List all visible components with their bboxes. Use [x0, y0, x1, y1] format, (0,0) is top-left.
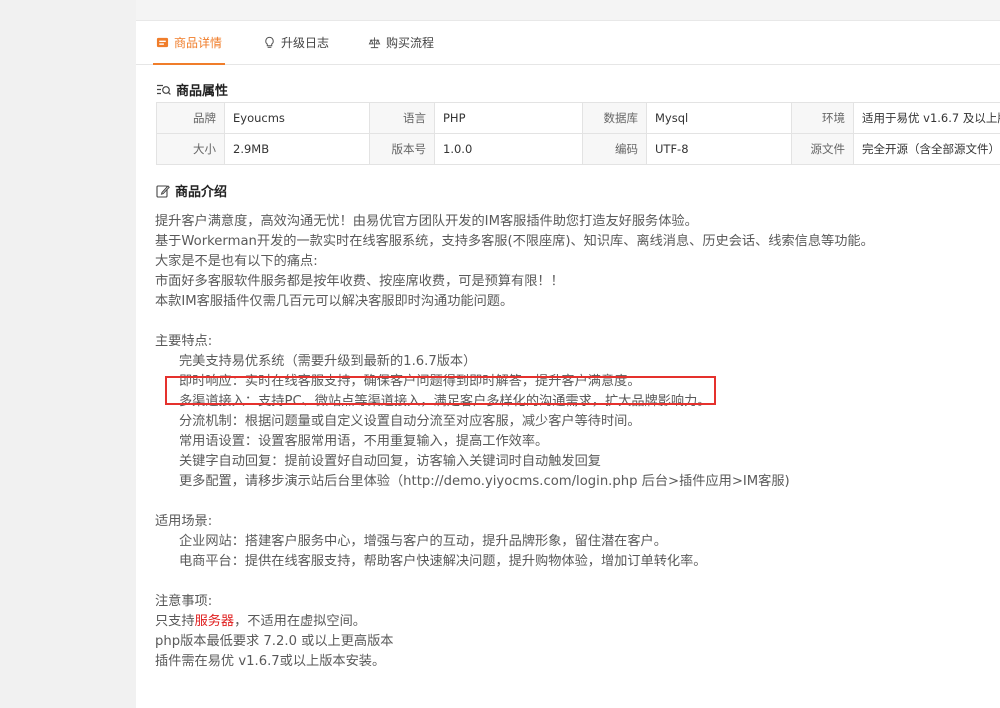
attr-value: 2.9MB [224, 133, 370, 165]
server-warning-text: 服务器 [194, 614, 235, 629]
feature-item: 常用语设置：设置客服常用语，不用重复输入，提高工作效率。 [179, 434, 549, 449]
highlight-annotation-box [165, 376, 716, 405]
attr-value: PHP [434, 102, 583, 134]
scene-item: 电商平台：提供在线客服支持，帮助客户快速解决问题，提升购物体验，增加订单转化率。 [179, 554, 707, 569]
intro-paragraph: 基于Workerman开发的一款实时在线客服系统，支持多客服(不限座席)、知识库… [155, 234, 874, 249]
feature-item: 分流机制：根据问题量或自定义设置自动分流至对应客服，减少客户等待时间。 [179, 414, 641, 429]
intro-paragraph: 提升客户满意度，高效沟通无忧！由易优官方团队开发的IM客服插件助您打造友好服务体… [155, 214, 698, 229]
tab-label: 商品详情 [174, 36, 223, 50]
tab-purchase-flow[interactable]: 购买流程 [368, 22, 434, 64]
table-row: 品牌 Eyoucms 语言 PHP 数据库 Mysql 环境 适用于易优 v1.… [156, 102, 1000, 134]
note-text: 只支持 [155, 614, 195, 629]
features-label: 主要特点: [155, 334, 213, 349]
table-row: 大小 2.9MB 版本号 1.0.0 编码 UTF-8 源文件 完全开源（含全部… [156, 133, 1000, 165]
intro-paragraph: 本款IM客服插件仅需几百元可以解决客服即时沟通功能问题。 [155, 294, 514, 309]
attr-key: 品牌 [156, 102, 225, 134]
list-search-icon [157, 84, 171, 95]
feature-item: 更多配置，请移步演示站后台里体验（http://demo.yiyocms.com… [179, 474, 790, 489]
product-intro: 提升客户满意度，高效沟通无忧！由易优官方团队开发的IM客服插件助您打造友好服务体… [155, 212, 995, 672]
attr-key: 版本号 [369, 133, 435, 165]
attr-value: Eyoucms [224, 102, 370, 134]
product-detail-icon [156, 37, 169, 48]
attributes-heading: 商品属性 [156, 80, 228, 99]
intro-title: 商品介绍 [175, 185, 228, 200]
note-item: 只支持服务器，不适用在虚拟空间。 [155, 612, 995, 632]
scene-item: 企业网站：搭建客户服务中心，增强与客户的互动，提升品牌形象，留住潜在客户。 [179, 534, 667, 549]
product-panel: 商品详情 升级日志 购买流程 商品属性 品牌 Eyoucms 语言 PHP 数据… [136, 0, 1000, 708]
scenes-label: 适用场景: [155, 514, 213, 529]
attr-value: Mysql [646, 102, 792, 134]
tab-upgrade-log[interactable]: 升级日志 [263, 22, 329, 64]
attributes-table: 品牌 Eyoucms 语言 PHP 数据库 Mysql 环境 适用于易优 v1.… [156, 102, 1000, 165]
notes-label: 注意事项: [155, 594, 213, 609]
tab-label: 购买流程 [386, 36, 435, 50]
note-item: php版本最低要求 7.2.0 或以上更高版本 [155, 634, 394, 649]
balance-icon [368, 37, 381, 49]
intro-heading: 商品介绍 [156, 181, 227, 200]
note-item: 插件需在易优 v1.6.7或以上版本安装。 [155, 654, 386, 669]
attr-key: 环境 [791, 102, 854, 134]
attr-value: 1.0.0 [434, 133, 583, 165]
attr-value: 适用于易优 v1.6.7 及以上版本 [853, 102, 1000, 134]
attr-key: 大小 [156, 133, 225, 165]
active-tab-indicator [153, 63, 226, 65]
tab-product-detail[interactable]: 商品详情 [153, 22, 226, 65]
top-strip [136, 0, 1000, 21]
attr-value: UTF-8 [646, 133, 792, 165]
attr-key: 语言 [369, 102, 435, 134]
tab-label: 升级日志 [281, 36, 330, 50]
attr-key: 数据库 [582, 102, 647, 134]
edit-icon [156, 184, 170, 198]
bulb-icon [265, 36, 274, 48]
feature-item: 完美支持易优系统（需要升级到最新的1.6.7版本） [179, 354, 477, 369]
attributes-title: 商品属性 [176, 84, 229, 99]
feature-item: 关键字自动回复：提前设置好自动回复，访客输入关键词时自动触发回复 [179, 454, 601, 469]
intro-paragraph: 市面好多客服软件服务都是按年收费、按座席收费，可是预算有限！！ [155, 274, 564, 289]
attr-key: 源文件 [791, 133, 854, 165]
attr-key: 编码 [582, 133, 647, 165]
intro-paragraph: 大家是不是也有以下的痛点: [155, 254, 318, 269]
tab-bar: 商品详情 升级日志 购买流程 [136, 22, 1000, 65]
note-text: ，不适用在虚拟空间。 [234, 614, 366, 629]
attr-value: 完全开源（含全部源文件） [853, 133, 1000, 165]
